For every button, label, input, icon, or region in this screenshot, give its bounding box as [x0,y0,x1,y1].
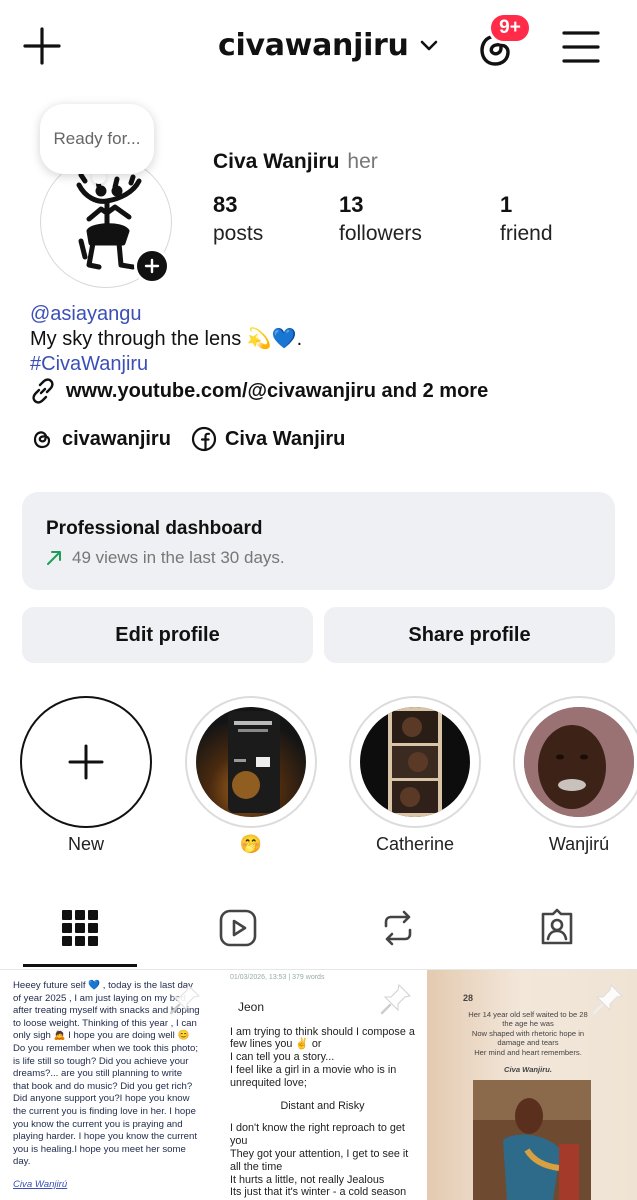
post-signature: Civa Wanjirú [13,1178,68,1190]
phone-image [228,711,280,813]
menu-icon[interactable] [562,30,600,64]
add-story-button[interactable] [134,248,170,284]
post-artwork [473,1080,591,1200]
bio-hashtag[interactable]: #CivaWanjiru [30,352,302,377]
threads-icon [33,431,51,449]
full-name-text: Civa Wanjiru [213,150,340,173]
profile-tabs [0,890,637,970]
post-document: 28 Her 14 year old self waited to be 28 … [463,993,593,1075]
highlight-cover [360,707,470,817]
professional-dashboard[interactable]: Professional dashboard 49 views in the l… [22,492,615,590]
post-tile[interactable]: Heeey future self 💙 , today is the last … [0,970,210,1200]
bio-mention[interactable]: @asiayangu [30,302,302,327]
stat-followers[interactable]: 13 followers [339,192,422,246]
stat-value: 83 [213,192,238,217]
highlight-ring [20,696,152,828]
full-name: Civa Wanjiru her [213,150,378,174]
post-text: Her 14 year old self waited to be 28 the… [468,1009,588,1057]
stat-label: friend [500,222,553,245]
stat-label: followers [339,222,422,245]
posts-grid: Heeey future self 💙 , today is the last … [0,970,637,1200]
threads-link[interactable]: civawanjiru [30,427,171,451]
highlight-ring [513,696,637,828]
post-paragraph: I am trying to think should I compose a … [230,1025,415,1089]
reels-icon[interactable] [218,908,258,948]
pin-icon [592,983,624,1015]
stat-label: posts [213,222,264,245]
post-paragraph: I don't know the right reproach to get y… [230,1122,409,1200]
highlight-item[interactable]: Wanjirú [513,696,637,855]
edit-profile-label: Edit profile [115,623,220,646]
facebook-label: Civa Wanjiru [224,427,346,450]
stat-value: 1 [500,192,513,217]
share-profile-label: Share profile [408,623,531,646]
highlight-new[interactable]: New [20,696,152,855]
top-bar: civawanjiru 9+ [0,0,637,96]
edit-profile-button[interactable]: Edit profile [22,607,313,663]
facebook-link[interactable]: Civa Wanjiru [191,426,345,452]
grid-icon[interactable] [60,908,100,948]
dashboard-title: Professional dashboard [46,518,263,539]
link-icon [32,378,54,404]
chevron-down-icon [420,40,437,50]
create-plus-icon[interactable] [22,26,62,66]
stat-value: 13 [339,192,364,217]
username: civawanjiru [218,28,409,63]
notification-badge: 9+ [488,12,532,44]
highlight-label: New [67,834,104,854]
facebook-icon [191,426,217,452]
post-tile[interactable]: 28 Her 14 year old self waited to be 28 … [427,970,637,1200]
post-signature: Civa Wanjiru. [504,1065,552,1074]
plus-icon [68,744,104,780]
highlight-label: Catherine [375,834,455,854]
dashboard-subtitle: 49 views in the last 30 days. [46,548,591,568]
selfie-image [524,707,634,817]
post-tile[interactable]: 01/03/2026, 13:53 | 379 words Jeon I am … [212,970,425,1200]
pin-icon [169,983,201,1015]
link-text: www.youtube.com/@civawanjiru and 2 more [66,379,489,402]
stat-posts[interactable]: 83 posts [213,192,263,246]
share-profile-button[interactable]: Share profile [324,607,615,663]
highlight-item[interactable]: 🤭 [185,696,317,855]
highlight-item[interactable]: Catherine [349,696,481,855]
trend-arrow-icon [47,551,61,565]
threads-label: civawanjiru [62,427,171,450]
stat-friends[interactable]: 1 friend [500,192,553,246]
note-bubble[interactable]: Ready for... [40,104,154,174]
highlight-ring [349,696,481,828]
highlight-cover [196,707,306,817]
highlight-ring [185,696,317,828]
highlight-label: Wanjirú [548,834,610,854]
highlight-label: 🤭 [239,834,263,854]
post-center-line: Distant and Risky [280,1099,365,1112]
post-number: 28 [463,993,474,1003]
pronouns: her [347,150,378,173]
active-tab-indicator [23,964,137,967]
highlight-cover [524,707,634,817]
pin-icon [380,983,412,1015]
social-links: civawanjiru Civa Wanjiru [30,426,365,452]
bio: @asiayangu My sky through the lens 💫💙. #… [30,302,302,377]
profile-link[interactable]: www.youtube.com/@civawanjiru and 2 more [30,378,488,404]
bio-line: My sky through the lens 💫💙. [30,328,303,350]
dashboard-views: 49 views in the last 30 days. [72,548,285,567]
note-text: Ready for... [53,129,141,148]
photo-strip-image [388,707,442,817]
reposts-icon[interactable] [378,908,418,948]
plus-icon [144,258,160,274]
account-switcher[interactable]: civawanjiru [218,28,439,63]
tagged-icon[interactable] [537,908,577,948]
